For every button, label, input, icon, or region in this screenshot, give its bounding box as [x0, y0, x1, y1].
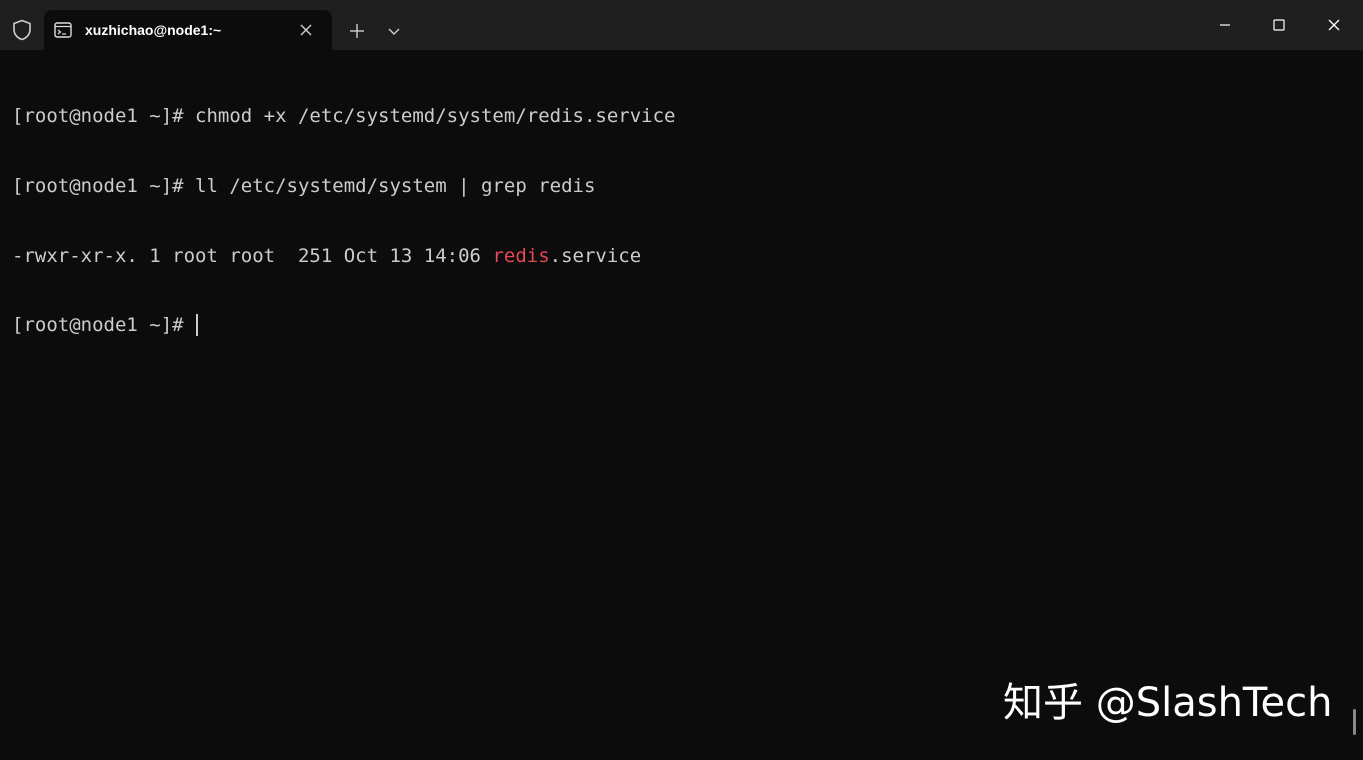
close-icon[interactable] [296, 20, 316, 40]
terminal-lines: [root@node1 ~]# chmod +x /etc/systemd/sy… [12, 59, 675, 384]
line-prefix: -rwxr-xr-x. 1 root root 251 Oct 13 14:06 [12, 244, 493, 267]
terminal-window: xuzhichao@node1:~ [root@node1 ~]# chmod … [0, 0, 1363, 760]
prompt: [root@node1 ~]# [12, 314, 196, 337]
terminal-output[interactable]: [root@node1 ~]# chmod +x /etc/systemd/sy… [0, 50, 1363, 760]
terminal-prompt-line: [root@node1 ~]# [12, 314, 675, 337]
minimize-button[interactable] [1205, 8, 1245, 42]
line-suffix: .service [549, 244, 642, 267]
terminal-icon [54, 22, 72, 38]
shield-icon[interactable] [10, 18, 34, 42]
tab-terminal[interactable]: xuzhichao@node1:~ [44, 10, 332, 50]
watermark: 知乎 @SlashTech [1003, 680, 1333, 726]
terminal-line: [root@node1 ~]# ll /etc/systemd/system |… [12, 175, 596, 197]
maximize-button[interactable] [1259, 8, 1299, 42]
new-tab-button[interactable] [344, 18, 370, 44]
tab-title: xuzhichao@node1:~ [85, 22, 222, 38]
chevron-down-icon[interactable] [383, 20, 405, 42]
terminal-line: -rwxr-xr-x. 1 root root 251 Oct 13 14:06… [12, 245, 675, 268]
scrollbar-thumb[interactable] [1353, 709, 1356, 735]
title-bar: xuzhichao@node1:~ [0, 0, 1363, 50]
terminal-line: [root@node1 ~]# chmod +x /etc/systemd/sy… [12, 105, 676, 128]
text-cursor [196, 314, 199, 337]
grep-match: redis [492, 244, 550, 267]
close-window-button[interactable] [1314, 8, 1354, 42]
